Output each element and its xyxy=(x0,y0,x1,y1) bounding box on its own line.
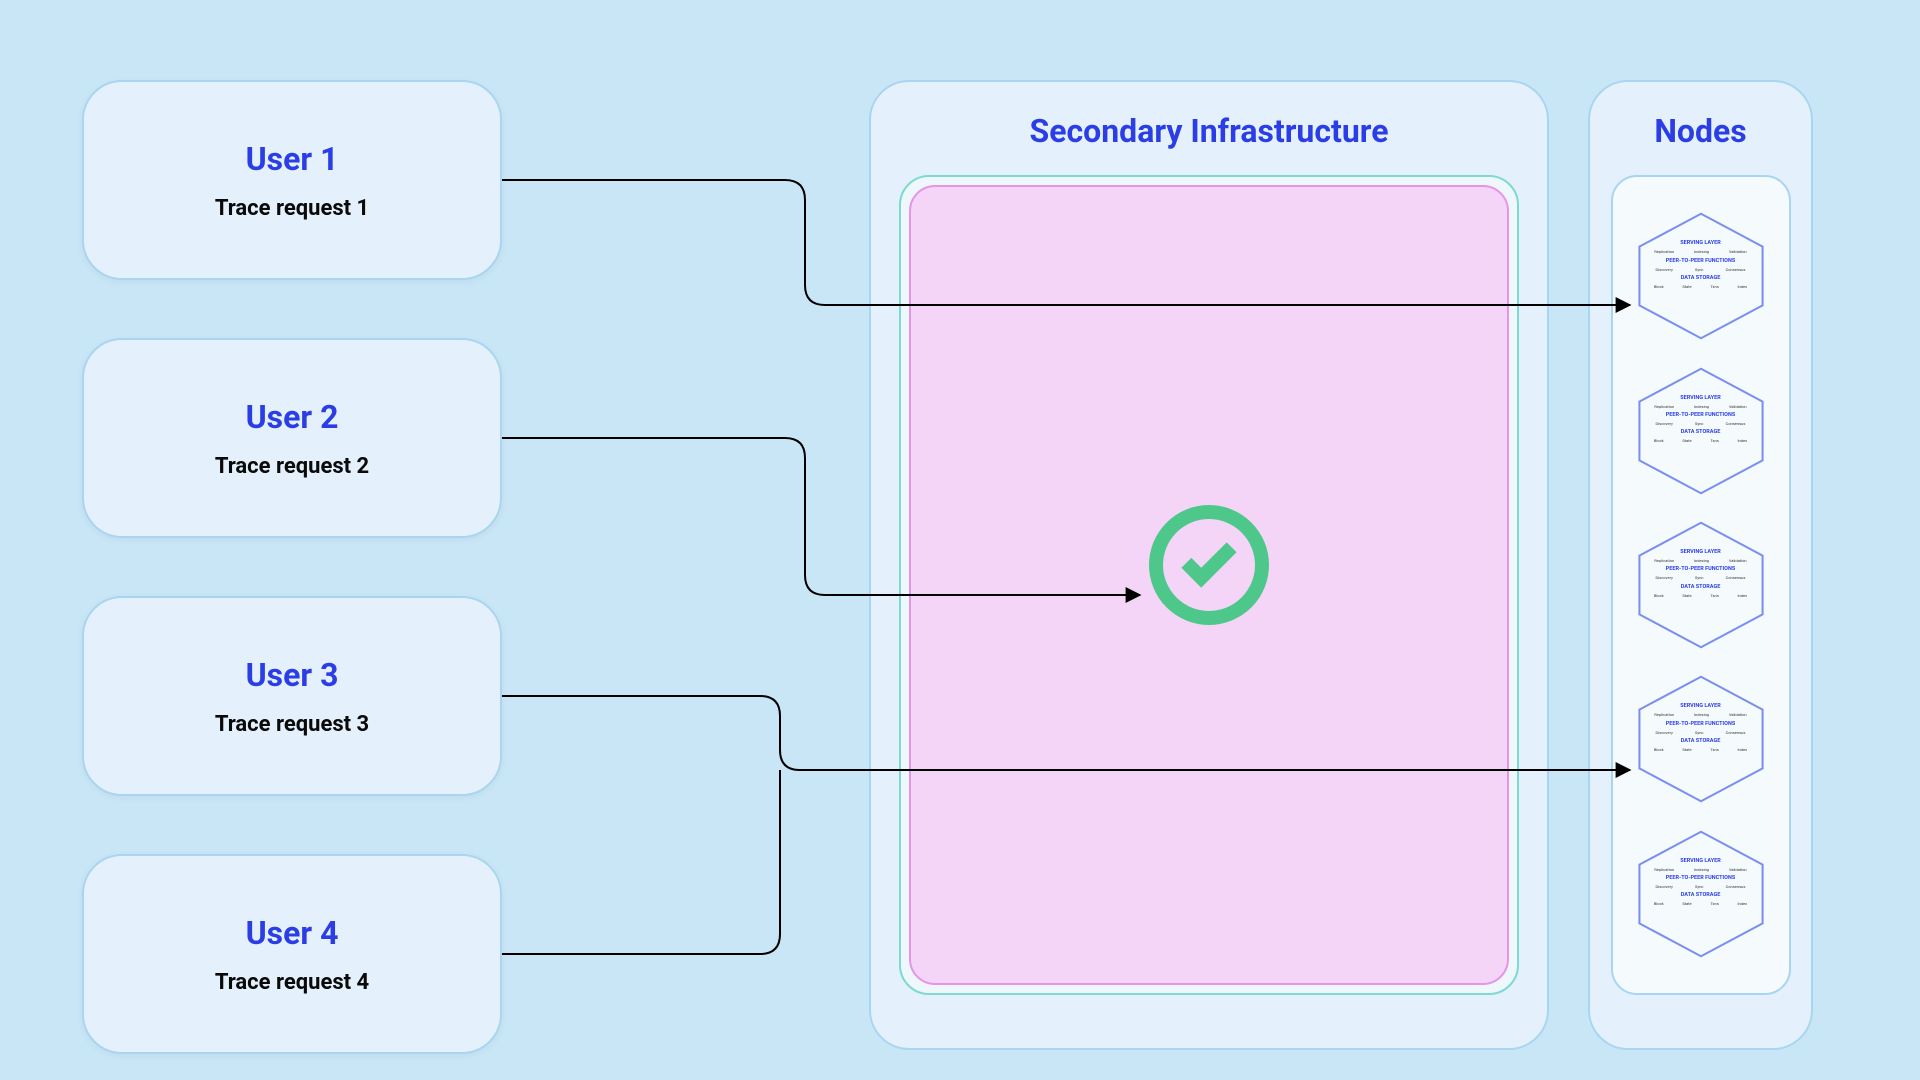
node-hexagon: SERVING LAYER ReplicationIndexingValidat… xyxy=(1631,829,1771,959)
user-card-1: User 1 Trace request 1 xyxy=(82,80,502,280)
secondary-inner-box xyxy=(899,175,1519,995)
nodes-inner: SERVING LAYER ReplicationIndexingValidat… xyxy=(1611,175,1791,995)
secondary-infrastructure-panel: Secondary Infrastructure xyxy=(869,80,1549,1050)
node-content: SERVING LAYER ReplicationIndexingValidat… xyxy=(1645,237,1757,289)
connector-user4-merge xyxy=(502,770,780,954)
user-card-2: User 2 Trace request 2 xyxy=(82,338,502,538)
node-content: SERVING LAYER ReplicationIndexingValidat… xyxy=(1645,392,1757,444)
node-content: SERVING LAYER ReplicationIndexingValidat… xyxy=(1645,546,1757,598)
node-hexagon: SERVING LAYER ReplicationIndexingValidat… xyxy=(1631,211,1771,341)
user-title: User 2 xyxy=(246,398,339,436)
nodes-title: Nodes xyxy=(1654,112,1746,150)
node-hexagon: SERVING LAYER ReplicationIndexingValidat… xyxy=(1631,520,1771,650)
node-content: SERVING LAYER ReplicationIndexingValidat… xyxy=(1645,855,1757,907)
secondary-pink-box xyxy=(909,185,1509,985)
user-subtitle: Trace request 4 xyxy=(215,970,369,995)
user-subtitle: Trace request 3 xyxy=(215,712,369,737)
user-card-4: User 4 Trace request 4 xyxy=(82,854,502,1054)
user-subtitle: Trace request 2 xyxy=(215,454,369,479)
node-content: SERVING LAYER ReplicationIndexingValidat… xyxy=(1645,700,1757,752)
user-subtitle: Trace request 1 xyxy=(215,196,369,221)
user-title: User 1 xyxy=(246,140,339,178)
node-hexagon: SERVING LAYER ReplicationIndexingValidat… xyxy=(1631,674,1771,804)
node-hexagon: SERVING LAYER ReplicationIndexingValidat… xyxy=(1631,366,1771,496)
check-circle-icon xyxy=(1149,505,1269,625)
user-title: User 4 xyxy=(246,914,339,952)
nodes-panel: Nodes SERVING LAYER ReplicationIndexingV… xyxy=(1588,80,1813,1050)
secondary-title: Secondary Infrastructure xyxy=(1030,112,1389,150)
user-card-3: User 3 Trace request 3 xyxy=(82,596,502,796)
user-title: User 3 xyxy=(246,656,339,694)
check-mark-icon xyxy=(1181,532,1236,587)
